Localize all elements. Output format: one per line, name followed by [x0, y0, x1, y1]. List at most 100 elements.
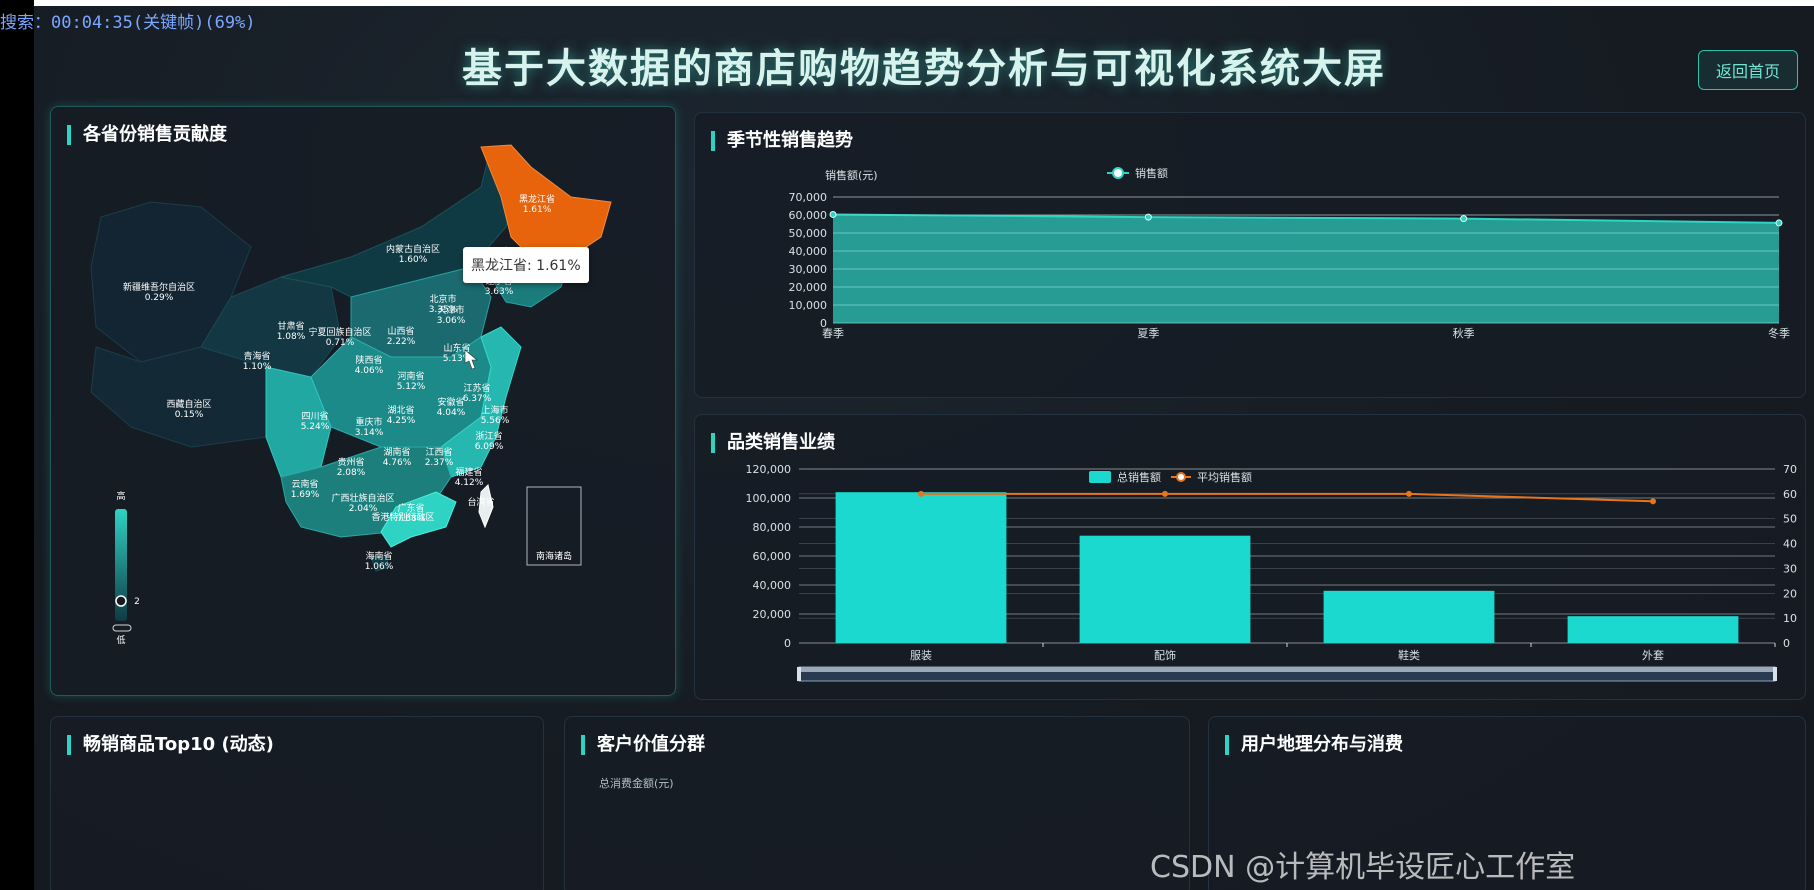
y-tick-label: 30,000: [789, 263, 828, 276]
province-value-label: 5.12%: [397, 382, 426, 392]
category-sales-panel: 品类销售业绩 总销售额 平均销售额 0 20,000 40,000 60,000 80,00…: [694, 414, 1806, 700]
data-point[interactable]: [1460, 215, 1468, 223]
province-name-label: 上海市: [481, 404, 508, 416]
province-value-label: 4.12%: [455, 478, 484, 488]
bar[interactable]: [1323, 590, 1495, 643]
province-name-label: 广西壮族自治区: [331, 492, 394, 504]
legend-series-label[interactable]: 销售额: [1135, 166, 1168, 180]
legend-low-label: 低: [116, 634, 125, 646]
bar[interactable]: [1079, 535, 1251, 643]
province-map-panel: 各省份销售贡献度 南海诸岛 黑龙江省 1.61% 内蒙古自治区 1.60% 新疆维吾尔自…: [50, 106, 676, 696]
map-tooltip: 黑龙江省: 1.61%: [463, 247, 589, 283]
y-tick-label: 80,000: [753, 521, 792, 534]
province-name-label: 福建省: [455, 466, 482, 478]
province-name-label: 天津市: [437, 304, 464, 316]
province-name-label: 西藏自治区: [166, 398, 211, 410]
province-name-label: 贵州省: [337, 456, 364, 468]
video-search-overlay: 搜索：00:04:35(关键帧)(69%): [0, 13, 256, 33]
x-tick-label: 配饰: [1154, 648, 1176, 662]
x-tick-label: 春季: [822, 327, 844, 340]
y2-tick-label: 70: [1783, 463, 1797, 476]
bar[interactable]: [835, 492, 1007, 643]
dashboard-screen: 基于大数据的商店购物趋势分析与可视化系统大屏 返回首页 各省份销售贡献度 南海诸…: [34, 6, 1814, 890]
y-tick-label: 70,000: [789, 191, 828, 204]
y2-tick-label: 50: [1783, 513, 1797, 526]
legend-marker-icon[interactable]: [1112, 167, 1124, 179]
legend-high-label: 高: [116, 490, 125, 502]
x-tick-label: 秋季: [1453, 326, 1475, 340]
data-point[interactable]: [829, 210, 837, 218]
bar[interactable]: [1567, 616, 1739, 643]
data-zoom-right-handle[interactable]: [1773, 667, 1777, 681]
legend-bottom-handle[interactable]: [112, 624, 132, 632]
x-tick-label: 外套: [1642, 649, 1664, 662]
avg-sales-point[interactable]: [1650, 498, 1656, 505]
data-zoom-left-handle[interactable]: [797, 667, 801, 681]
data-point[interactable]: [1144, 213, 1152, 221]
province-value-label: 1.61%: [523, 205, 552, 215]
province-name-label: 海南省: [365, 550, 392, 562]
province-name-label: 云南省: [291, 478, 318, 490]
province-name-label: 内蒙古自治区: [386, 243, 440, 255]
avg-sales-point[interactable]: [1162, 490, 1168, 497]
seasonal-area-chart[interactable]: 销售额(元) 销售额010,00020,00030,00040,00050,000…: [695, 113, 1807, 399]
province-name-label: 重庆市: [355, 416, 382, 428]
y-tick-label: 10,000: [789, 299, 828, 312]
x-tick-label: 冬季: [1768, 326, 1790, 340]
y2-tick-label: 40: [1783, 538, 1797, 551]
y-tick-label: 0: [784, 637, 791, 650]
province-value-label: 6.37%: [463, 394, 492, 404]
province-name-label: 河南省: [397, 370, 424, 382]
province-name-label: 四川省: [301, 410, 328, 422]
province-name-label: 湖南省: [383, 446, 410, 458]
province-value-label: 2.37%: [425, 458, 454, 468]
top10-panel: 畅销商品Top10 (动态): [50, 716, 544, 890]
legend-line-marker-icon[interactable]: [1176, 472, 1186, 482]
south-sea-inset-label: 南海诸岛: [536, 550, 572, 562]
black-side-strip: [0, 0, 34, 890]
avg-sales-point[interactable]: [918, 490, 924, 497]
series-area: [833, 214, 1779, 323]
csdn-watermark: CSDN @计算机毕设匠心工作室: [1150, 850, 1576, 885]
province-name-label: 江西省: [425, 446, 452, 458]
y-tick-label: 120,000: [746, 463, 792, 476]
legend-value-label: 2: [134, 597, 140, 607]
province-value-label: 0.29%: [145, 293, 174, 303]
y-tick-label: 50,000: [789, 227, 828, 240]
province-name-label: 湖北省: [387, 404, 414, 416]
avg-sales-point[interactable]: [1406, 490, 1412, 497]
province-value-label: 3.06%: [437, 316, 466, 326]
back-home-button[interactable]: 返回首页: [1698, 50, 1798, 90]
geo-panel-title: 用户地理分布与消费: [1225, 735, 1403, 755]
province-value-label: 6.09%: [475, 442, 504, 452]
province-name-label: 江苏省: [463, 382, 490, 394]
customer-value-panel: 客户价值分群 总消费金额(元): [564, 716, 1190, 890]
legend-line-label[interactable]: 平均销售额: [1197, 470, 1252, 484]
province-name-label: 新疆维吾尔自治区: [123, 281, 195, 293]
province-value-label: 0.71%: [326, 338, 355, 348]
province-value-label: 5.56%: [481, 416, 510, 426]
province-value-label: 1.10%: [243, 362, 272, 372]
category-bar-chart[interactable]: 总销售额 平均销售额 0 20,000 40,000 60,000 80,000 100,00…: [695, 415, 1807, 701]
province-name-label: 安徽省: [437, 396, 464, 408]
y2-tick-label: 20: [1783, 587, 1797, 600]
province-name-label: 浙江省: [475, 430, 502, 442]
province-value-label: 3.63%: [485, 287, 514, 297]
legend-handle[interactable]: [115, 595, 127, 607]
province-value-label: 0.15%: [175, 410, 204, 420]
province-name-label: 黑龙江省: [519, 193, 555, 205]
legend-bar-icon[interactable]: [1089, 471, 1111, 483]
province-name-label: 青海省: [243, 350, 270, 362]
province-value-label: 2.08%: [337, 468, 366, 478]
province-name-label: 甘肃省: [277, 320, 304, 332]
province-value-label: 1.60%: [399, 255, 428, 265]
y2-tick-label: 60: [1783, 488, 1797, 501]
province-value-label: 4.04%: [437, 408, 466, 418]
y2-tick-label: 10: [1783, 612, 1797, 625]
data-zoom-selected-range[interactable]: [799, 667, 1775, 672]
province-value-label: 1.08%: [277, 332, 306, 342]
china-map[interactable]: 南海诸岛 黑龙江省1.61%内蒙古自治区1.60%新疆维吾尔自治区0.29%辽宁…: [51, 107, 677, 697]
legend-bar-label[interactable]: 总销售额: [1117, 470, 1161, 484]
province-value-label: 1.06%: [365, 562, 394, 572]
data-point[interactable]: [1775, 219, 1783, 227]
